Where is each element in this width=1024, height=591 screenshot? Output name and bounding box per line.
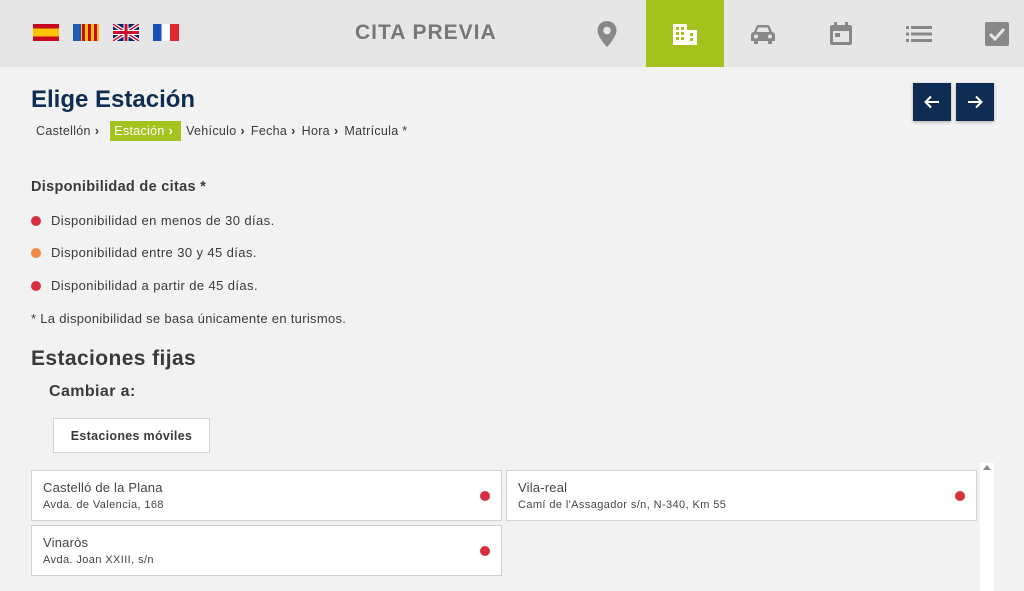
checkbox-icon [985,21,1009,46]
station-name: Castelló de la Plana [43,480,163,495]
availability-dot [31,215,41,226]
change-label: Cambiar a: [49,383,136,400]
breadcrumb-item-date[interactable]: Fecha › [250,121,301,141]
previous-step-button[interactable] [913,83,951,121]
station-address: Camí de l'Assagador s/n, N-340, Km 55 [518,499,727,511]
spain-flag-icon[interactable] [33,24,59,41]
valencia-flag-icon[interactable] [73,24,99,41]
availability-dot [480,546,490,556]
breadcrumb-item-province[interactable]: Castellón › [35,121,104,141]
availability-dot [480,491,490,501]
scroll-up-icon[interactable] [983,465,991,470]
availability-dot [31,280,41,291]
station-address: Avda. Joan XXIII, s/n [43,554,154,566]
availability-legend-item: Disponibilidad a partir de 45 días. [31,278,258,293]
scrollbar[interactable] [980,463,994,591]
station-card[interactable]: Vinaròs Avda. Joan XXIII, s/n [31,525,502,576]
building-icon [673,23,697,45]
station-name: Vila-real [518,480,568,495]
next-step-button[interactable] [956,83,994,121]
availability-legend-item: Disponibilidad en menos de 30 días. [31,213,275,228]
calendar-icon [830,21,852,45]
breadcrumb-item-station[interactable]: Estación › [110,121,182,141]
nav-step-confirm[interactable] [958,0,1024,67]
list-icon [906,25,932,42]
mobile-stations-button[interactable]: Estaciones móviles [53,418,210,453]
station-list: Castelló de la Plana Avda. de Valencia, … [0,463,1024,591]
nav-step-station[interactable] [646,0,724,67]
breadcrumb-item-time[interactable]: Hora › [301,121,344,141]
station-card[interactable]: Castelló de la Plana Avda. de Valencia, … [31,470,502,521]
france-flag-icon[interactable] [153,24,179,41]
breadcrumb: Castellón › Estación › Vehículo › Fecha › Ho… [35,121,408,141]
station-card[interactable]: Vila-real Camí de l'Assagador s/n, N-340… [506,470,977,521]
section-title: Estaciones fijas [31,347,197,370]
car-icon [751,24,775,44]
availability-dot [31,247,41,258]
page-title: Elige Estación [31,86,196,113]
location-pin-icon [597,20,617,47]
breadcrumb-item-plate[interactable]: Matrícula * [343,121,408,141]
availability-dot [955,491,965,501]
uk-flag-icon[interactable] [113,24,139,41]
nav-step-province[interactable] [568,0,646,67]
breadcrumb-item-vehicle[interactable]: Vehículo › [185,121,250,141]
station-name: Vinaròs [43,535,89,550]
nav-step-vehicle[interactable] [724,0,802,67]
arrow-left-icon [924,95,939,109]
top-bar: CITA PREVIA [0,0,1024,67]
availability-title: Disponibilidad de citas * [31,179,207,195]
availability-note: * La disponibilidad se basa únicamente e… [31,311,347,326]
availability-legend-item: Disponibilidad entre 30 y 45 días. [31,245,257,260]
station-address: Avda. de Valencia, 168 [43,499,164,511]
language-selector [33,24,179,41]
arrow-right-icon [968,95,983,109]
app-title: CITA PREVIA [355,21,497,44]
nav-step-date[interactable] [802,0,880,67]
step-navigation [568,0,1024,67]
nav-step-time[interactable] [880,0,958,67]
